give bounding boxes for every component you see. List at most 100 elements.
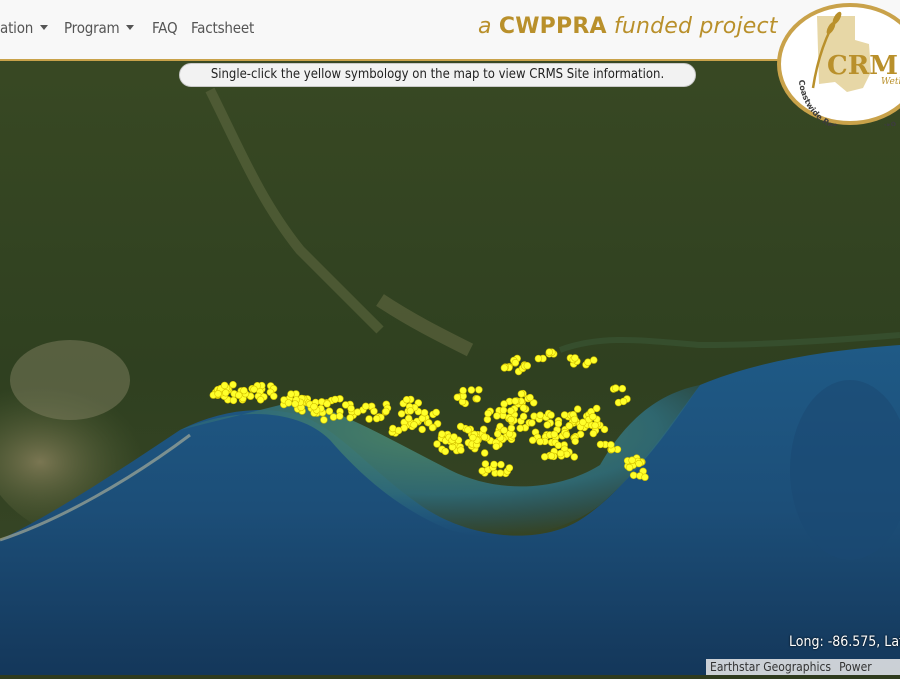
attribution-provider[interactable]: Earthstar Geographics: [710, 660, 831, 674]
crms-site-marker[interactable]: [562, 431, 571, 439]
crms-site-marker[interactable]: [481, 449, 489, 457]
crms-site-marker[interactable]: [256, 396, 265, 404]
crms-site-marker[interactable]: [507, 424, 516, 432]
crms-site-marker[interactable]: [382, 407, 390, 416]
crms-site-marker[interactable]: [547, 452, 556, 460]
crms-site-marker[interactable]: [625, 463, 634, 472]
crms-site-marker[interactable]: [441, 447, 449, 456]
nav-link-factsheet[interactable]: Factsheet: [191, 19, 254, 37]
crms-site-marker[interactable]: [490, 460, 498, 469]
crms-site-marker[interactable]: [410, 421, 418, 429]
crms-site-marker[interactable]: [618, 384, 627, 393]
crms-site-marker[interactable]: [473, 395, 481, 403]
map-canvas[interactable]: [0, 0, 900, 675]
crms-site-marker[interactable]: [370, 407, 378, 415]
crms-site-marker[interactable]: [432, 408, 440, 417]
crms-site-marker[interactable]: [457, 446, 465, 454]
crms-site-marker[interactable]: [554, 420, 563, 428]
crms-logo[interactable]: CRM Wetla Coastwide Reference Monito: [777, 2, 900, 137]
crms-site-marker[interactable]: [480, 425, 488, 433]
crms-site-marker[interactable]: [500, 426, 508, 434]
crms-site-marker[interactable]: [291, 400, 299, 408]
crms-site-marker[interactable]: [511, 397, 519, 405]
crms-site-marker[interactable]: [635, 459, 643, 468]
crms-site-marker[interactable]: [469, 433, 477, 442]
crms-site-marker[interactable]: [406, 407, 415, 415]
crms-site-marker[interactable]: [284, 399, 293, 407]
crms-site-marker[interactable]: [484, 409, 492, 418]
crms-site-marker[interactable]: [560, 411, 569, 419]
crms-site-marker[interactable]: [507, 416, 515, 424]
crms-site-marker[interactable]: [492, 442, 500, 451]
crms-site-marker[interactable]: [571, 354, 579, 362]
crms-site-marker[interactable]: [565, 422, 573, 430]
crms-site-marker[interactable]: [528, 436, 537, 444]
crms-site-marker[interactable]: [346, 414, 354, 422]
crms-site-marker[interactable]: [453, 393, 462, 401]
crms-site-marker[interactable]: [214, 390, 222, 398]
crms-site-marker[interactable]: [511, 359, 520, 367]
crms-site-marker[interactable]: [464, 426, 472, 434]
crms-site-marker[interactable]: [543, 421, 551, 429]
crms-site-marker[interactable]: [497, 460, 505, 469]
crms-site-marker[interactable]: [329, 413, 338, 421]
crms-site-marker[interactable]: [570, 415, 579, 424]
nav-menu-program[interactable]: Program: [64, 19, 135, 37]
crms-site-marker[interactable]: [320, 416, 328, 424]
crms-site-marker[interactable]: [438, 430, 446, 438]
crms-site-marker[interactable]: [554, 441, 563, 450]
crms-site-marker[interactable]: [270, 392, 278, 400]
crms-site-marker[interactable]: [519, 412, 528, 421]
crms-site-marker[interactable]: [229, 381, 237, 389]
crms-site-marker[interactable]: [536, 437, 544, 446]
crms-site-marker[interactable]: [507, 407, 515, 415]
crms-site-marker[interactable]: [403, 396, 411, 404]
crms-site-marker[interactable]: [480, 433, 489, 441]
crms-site-marker[interactable]: [394, 426, 403, 435]
crms-site-marker[interactable]: [547, 411, 555, 419]
crms-site-marker[interactable]: [310, 403, 318, 411]
crms-site-marker[interactable]: [517, 390, 526, 398]
crms-site-marker[interactable]: [405, 414, 413, 423]
crms-site-marker[interactable]: [475, 386, 483, 394]
crms-site-marker[interactable]: [526, 393, 534, 402]
crms-site-marker[interactable]: [500, 400, 508, 408]
crms-site-marker[interactable]: [579, 418, 587, 426]
crms-site-marker[interactable]: [336, 412, 344, 420]
crms-site-marker[interactable]: [534, 354, 543, 363]
crms-site-marker[interactable]: [550, 430, 558, 438]
crms-site-marker[interactable]: [433, 440, 441, 448]
crms-site-marker[interactable]: [619, 397, 628, 406]
crms-site-marker[interactable]: [220, 381, 229, 390]
crms-site-marker[interactable]: [629, 471, 638, 479]
crms-site-marker[interactable]: [589, 413, 597, 421]
crms-site-marker[interactable]: [499, 406, 508, 414]
crms-site-marker[interactable]: [323, 400, 331, 408]
crms-site-marker[interactable]: [493, 412, 501, 420]
crms-site-marker[interactable]: [628, 456, 636, 464]
crms-site-marker[interactable]: [397, 410, 406, 418]
crms-site-marker[interactable]: [523, 362, 531, 370]
crms-site-marker[interactable]: [325, 407, 334, 415]
crms-site-marker[interactable]: [505, 464, 514, 472]
crms-site-marker[interactable]: [420, 409, 429, 417]
crms-site-marker[interactable]: [331, 395, 339, 404]
crms-site-marker[interactable]: [540, 453, 549, 461]
crms-site-marker[interactable]: [570, 453, 578, 461]
crms-site-marker[interactable]: [591, 421, 599, 429]
crms-site-marker[interactable]: [362, 402, 370, 410]
crms-site-marker[interactable]: [418, 425, 426, 434]
crms-site-marker[interactable]: [611, 384, 620, 392]
crms-site-marker[interactable]: [428, 423, 437, 432]
nav-menu-information[interactable]: ation: [0, 19, 49, 37]
crms-site-marker[interactable]: [500, 364, 509, 372]
crms-site-marker[interactable]: [222, 389, 230, 397]
crms-site-marker[interactable]: [641, 473, 649, 481]
crms-site-marker[interactable]: [545, 348, 553, 356]
crms-site-marker[interactable]: [373, 414, 381, 423]
crms-site-marker[interactable]: [481, 460, 490, 468]
crms-site-marker[interactable]: [467, 386, 476, 394]
crms-site-marker[interactable]: [528, 419, 536, 427]
crms-site-marker[interactable]: [571, 437, 579, 445]
crms-site-marker[interactable]: [589, 429, 597, 438]
